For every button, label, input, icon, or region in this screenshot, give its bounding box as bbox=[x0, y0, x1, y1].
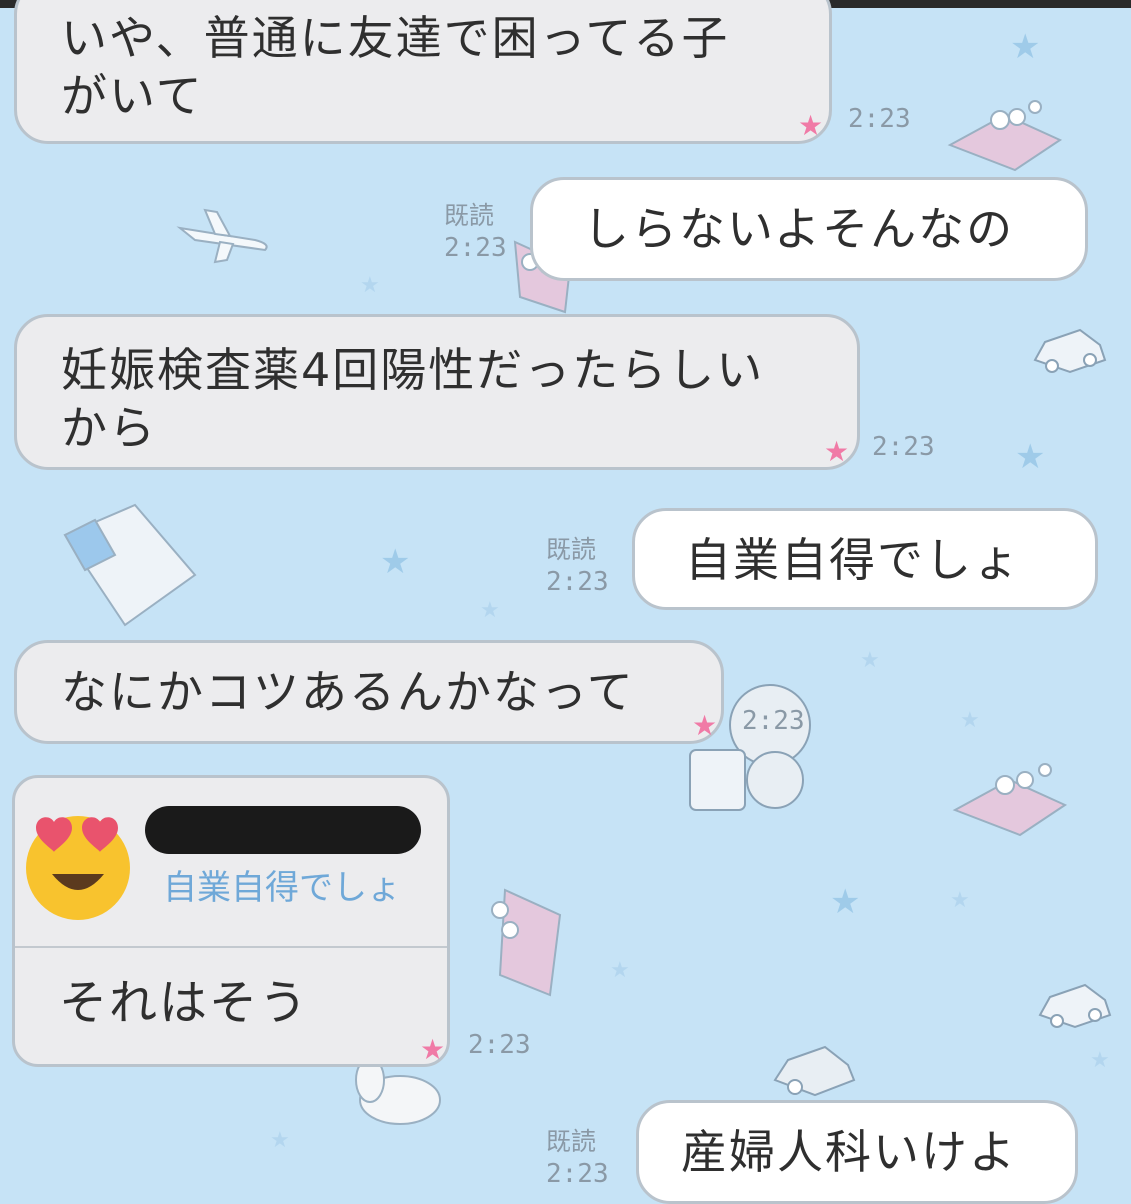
star-icon: ★ bbox=[960, 708, 980, 733]
message-line: なにかコツあるんかなって bbox=[61, 665, 635, 719]
star-icon: ★ bbox=[860, 648, 880, 673]
reply-text: それはそう bbox=[59, 975, 310, 1031]
star-icon: ★ bbox=[830, 882, 861, 922]
message-time: 2:23 bbox=[444, 233, 507, 263]
divider bbox=[15, 946, 447, 948]
message-time: 2:23 bbox=[742, 706, 805, 736]
star-icon: ★ bbox=[692, 709, 718, 742]
read-status: 既読 2:23 bbox=[546, 1126, 609, 1190]
outgoing-message-bubble: 産婦人科いけよ bbox=[636, 1100, 1078, 1204]
star-icon: ★ bbox=[798, 109, 824, 142]
read-status: 既読 2:23 bbox=[444, 200, 507, 264]
message-time: 2:23 bbox=[848, 104, 911, 134]
message-time: 2:23 bbox=[872, 432, 935, 462]
star-icon: ★ bbox=[420, 1033, 446, 1066]
star-icon: ★ bbox=[610, 958, 630, 983]
message-time: 2:23 bbox=[546, 567, 609, 597]
star-icon: ★ bbox=[1090, 1048, 1110, 1073]
read-status: 既読 2:23 bbox=[546, 534, 609, 598]
star-icon: ★ bbox=[380, 542, 411, 582]
message-line: がいて bbox=[61, 69, 204, 123]
message-time: 2:23 bbox=[546, 1159, 609, 1189]
message-line: から bbox=[61, 401, 157, 455]
popcorn-bag-icon bbox=[491, 888, 562, 997]
star-icon: ★ bbox=[360, 273, 380, 298]
message-line: 妊娠検査薬4回陽性だったらしい bbox=[61, 343, 765, 397]
star-icon: ★ bbox=[1015, 437, 1046, 477]
read-label: 既読 bbox=[444, 201, 495, 230]
star-icon: ★ bbox=[480, 598, 500, 623]
star-icon: ★ bbox=[1010, 27, 1041, 67]
message-time: 2:23 bbox=[468, 1030, 531, 1060]
car-icon bbox=[1038, 983, 1112, 1029]
star-icon: ★ bbox=[270, 1128, 290, 1153]
incoming-message-bubble: なにかコツあるんかなって bbox=[14, 640, 724, 744]
car-icon bbox=[1033, 328, 1107, 374]
outgoing-message-bubble: 自業自得でしょ bbox=[632, 508, 1098, 610]
incoming-message-bubble: 妊娠検査薬4回陽性だったらしい から bbox=[14, 314, 860, 470]
message-line: しらないよそんなの bbox=[583, 202, 1015, 256]
pillow-icon bbox=[63, 503, 197, 627]
car-icon bbox=[773, 1045, 856, 1097]
read-label: 既読 bbox=[546, 1127, 597, 1156]
popcorn-bag-icon bbox=[952, 763, 1068, 837]
redacted-name bbox=[145, 806, 421, 854]
quoted-message[interactable]: 自業自得でしょ bbox=[163, 866, 413, 910]
airplane-icon bbox=[176, 208, 268, 264]
star-icon: ★ bbox=[950, 888, 970, 913]
message-line: 産婦人科いけよ bbox=[681, 1125, 1017, 1179]
outgoing-message-bubble: しらないよそんなの bbox=[530, 177, 1088, 281]
star-icon: ★ bbox=[824, 435, 850, 468]
popcorn-bag-icon bbox=[947, 100, 1063, 172]
message-line: 自業自得でしょ bbox=[685, 533, 1021, 587]
incoming-message-bubble: いや、普通に友達で困ってる子 がいて bbox=[14, 0, 832, 144]
heart-eyes-emoji-icon bbox=[26, 816, 130, 920]
read-label: 既読 bbox=[546, 535, 597, 564]
message-line: いや、普通に友達で困ってる子 bbox=[61, 11, 730, 65]
